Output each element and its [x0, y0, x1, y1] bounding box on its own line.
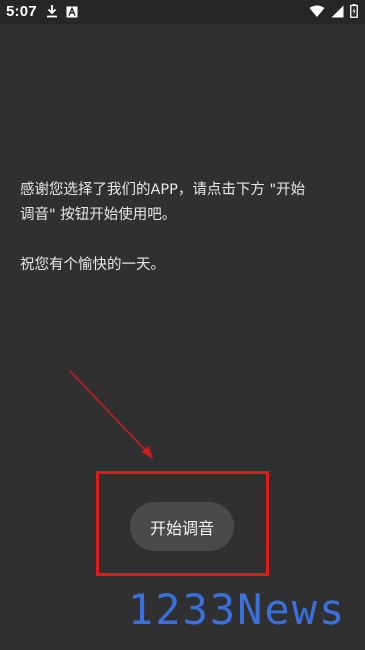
watermark: 1233News	[128, 585, 347, 634]
status-bar: 5:07	[0, 0, 365, 24]
status-icons-right	[309, 4, 358, 22]
message-line-3: 祝您有个愉快的一天。	[20, 257, 165, 273]
status-time: 5:07	[6, 3, 37, 20]
wifi-icon	[309, 5, 325, 22]
battery-icon	[350, 4, 358, 22]
app-a-icon	[66, 5, 78, 22]
message-line-2: 调音" 按钮开始使用吧。	[20, 207, 177, 223]
message-line-1: 感谢您选择了我们的APP，请点击下方 "开始	[20, 182, 306, 198]
start-tuning-button[interactable]: 开始调音	[130, 502, 234, 551]
signal-icon	[331, 5, 344, 22]
download-icon	[46, 4, 58, 22]
welcome-message: 感谢您选择了我们的APP，请点击下方 "开始 调音" 按钮开始使用吧。 祝您有个…	[20, 178, 345, 278]
status-icons-left	[46, 4, 78, 22]
